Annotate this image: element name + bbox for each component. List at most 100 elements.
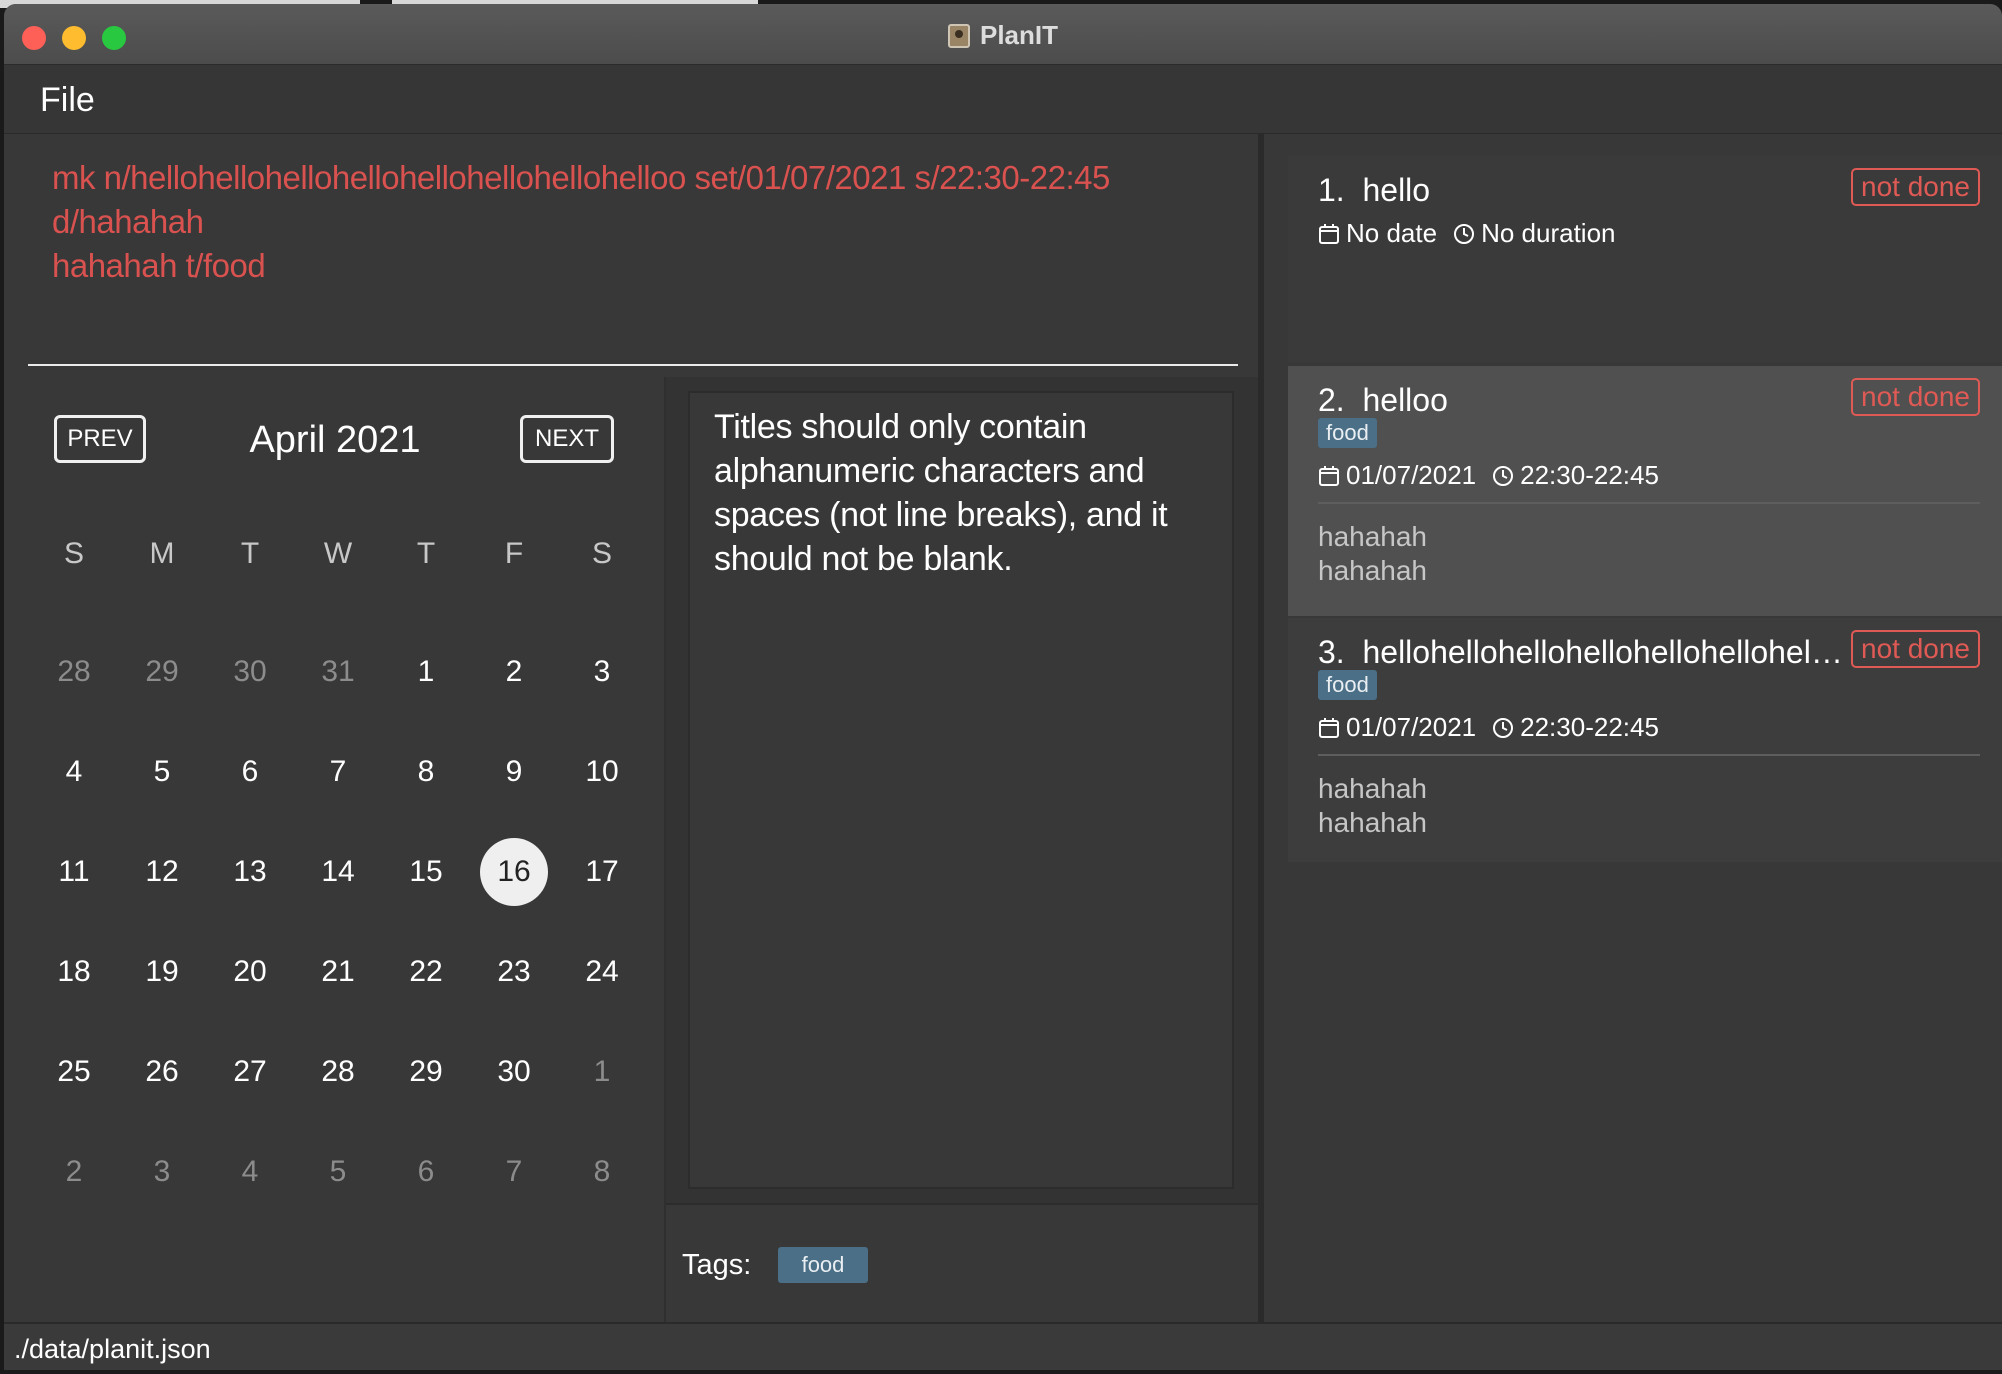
calendar-day[interactable]: 18: [40, 938, 108, 1006]
calendar-day[interactable]: 19: [128, 938, 196, 1006]
calendar-day[interactable]: 24: [568, 938, 636, 1006]
calendar-day[interactable]: 29: [128, 638, 196, 706]
calendar-day[interactable]: 14: [304, 838, 372, 906]
window-title-text: PlanIT: [979, 20, 1058, 50]
task-card[interactable]: 2. helloo not done food 01/07/2021 22:30-…: [1288, 366, 2002, 616]
calendar-day[interactable]: 4: [216, 1138, 284, 1206]
calendar-day[interactable]: 23: [480, 938, 548, 1006]
task-index: 1.: [1318, 172, 1345, 208]
calendar-day[interactable]: 17: [568, 838, 636, 906]
calendar-day[interactable]: 28: [40, 638, 108, 706]
calendar-day[interactable]: 5: [304, 1138, 372, 1206]
task-date: 01/07/2021: [1346, 460, 1477, 490]
calendar-day[interactable]: 6: [392, 1138, 460, 1206]
calendar-day[interactable]: 27: [216, 1038, 284, 1106]
task-description-line: hahahah: [1318, 555, 1428, 586]
calendar-day[interactable]: 1: [568, 1038, 636, 1106]
task-index: 2.: [1318, 382, 1345, 418]
status-bar: ./data/planit.json: [4, 1322, 2002, 1370]
calendar-day[interactable]: 5: [128, 738, 196, 806]
calendar-day-selected[interactable]: 16: [480, 838, 548, 906]
task-description-line: hahahah: [1318, 521, 1428, 552]
task-description-line: hahahah: [1318, 773, 1428, 804]
calendar-day[interactable]: 29: [392, 1038, 460, 1106]
task-meta: 01/07/2021 22:30-22:45: [1318, 460, 1659, 494]
weekday-header: T: [240, 537, 260, 570]
calendar-day[interactable]: 4: [40, 738, 108, 806]
task-description: hahahah hahahah: [1318, 772, 1427, 840]
task-divider: [1318, 502, 1980, 504]
weekday-header: S: [591, 537, 612, 570]
menu-file[interactable]: File: [40, 81, 95, 120]
command-box[interactable]: mk n/hellohellohellohellohellohellohello…: [4, 134, 1258, 376]
weekday-header: T: [416, 537, 436, 570]
app-icon: [947, 24, 970, 48]
result-display: Titles should only contain alphanumeric …: [688, 391, 1234, 1189]
calendar-day[interactable]: 11: [40, 838, 108, 906]
calendar-icon: [1318, 715, 1340, 746]
calendar-day[interactable]: 15: [392, 838, 460, 906]
task-index: 3.: [1318, 634, 1345, 670]
task-tag: food: [1318, 418, 1377, 448]
data-file-path: ./data/planit.json: [14, 1334, 211, 1364]
calendar-day[interactable]: 31: [304, 638, 372, 706]
calendar-day[interactable]: 2: [480, 638, 548, 706]
calendar-day[interactable]: 22: [392, 938, 460, 1006]
tag-chip[interactable]: food: [778, 1247, 868, 1283]
weekday-header: W: [323, 537, 353, 570]
calendar-day[interactable]: 20: [216, 938, 284, 1006]
task-duration: 22:30-22:45: [1520, 712, 1659, 742]
task-description-line: hahahah: [1318, 807, 1428, 838]
status-badge: not done: [1851, 378, 1980, 416]
calendar-panel: PREV April 2021 NEXT S M T W T F S 28 29 30 31 1 2 3 4…: [4, 377, 666, 1322]
clock-icon: [1453, 221, 1475, 252]
calendar-day[interactable]: 7: [480, 1138, 548, 1206]
task-date: No date: [1346, 218, 1438, 248]
calendar-day[interactable]: 8: [568, 1138, 636, 1206]
task-title-text: hellohellohellohellohellohellohello...: [1362, 634, 1848, 670]
calendar-day[interactable]: 28: [304, 1038, 372, 1106]
tags-panel: Tags: food: [666, 1203, 1258, 1324]
calendar-day[interactable]: 1: [392, 638, 460, 706]
task-card[interactable]: 1. hello not done No date No duration: [1288, 156, 2002, 362]
calendar-icon: [1318, 463, 1340, 494]
task-date: 01/07/2021: [1346, 712, 1477, 742]
calendar-day[interactable]: 13: [216, 838, 284, 906]
calendar-day[interactable]: 7: [304, 738, 372, 806]
calendar-day[interactable]: 6: [216, 738, 284, 806]
calendar-day[interactable]: 10: [568, 738, 636, 806]
calendar-month-label: April 2021: [249, 419, 421, 461]
status-badge: not done: [1851, 168, 1980, 206]
calendar-day[interactable]: 21: [304, 938, 372, 1006]
status-badge: not done: [1851, 630, 1980, 668]
title-bar[interactable]: PlanIT: [4, 4, 2002, 65]
task-title-text: helloo: [1362, 382, 1448, 418]
menu-bar: File: [4, 65, 2002, 134]
calendar-day[interactable]: 30: [216, 638, 284, 706]
command-input-text[interactable]: mk n/hellohellohellohellohellohellohello…: [52, 156, 1232, 288]
calendar-day[interactable]: 30: [480, 1038, 548, 1106]
calendar-next-button[interactable]: NEXT: [520, 415, 614, 463]
calendar-icon: [1318, 221, 1340, 252]
task-card[interactable]: 3. hellohellohellohellohellohellohello..…: [1288, 618, 2002, 862]
task-title-text: hello: [1362, 172, 1431, 208]
lower-left-area: PREV April 2021 NEXT S M T W T F S 28 29 30 31 1 2 3 4…: [4, 377, 1258, 1324]
calendar-day[interactable]: 9: [480, 738, 548, 806]
calendar-prev-button[interactable]: PREV: [54, 415, 146, 463]
calendar-day[interactable]: 3: [128, 1138, 196, 1206]
calendar-day[interactable]: 3: [568, 638, 636, 706]
weekday-header: M: [149, 537, 175, 570]
weekday-header: F: [504, 537, 524, 570]
calendar-day[interactable]: 25: [40, 1038, 108, 1106]
calendar-day[interactable]: 12: [128, 838, 196, 906]
clock-icon: [1492, 463, 1514, 494]
calendar-day[interactable]: 2: [40, 1138, 108, 1206]
task-divider: [1318, 754, 1980, 756]
calendar-day[interactable]: 26: [128, 1038, 196, 1106]
task-list-panel: 1. hello not done No date No duration 2. …: [1258, 134, 2002, 1322]
result-message: Titles should only contain alphanumeric …: [714, 408, 1168, 578]
task-duration: No duration: [1481, 218, 1616, 248]
calendar-day[interactable]: 8: [392, 738, 460, 806]
window-title: PlanIT: [4, 20, 2002, 51]
clock-icon: [1492, 715, 1514, 746]
